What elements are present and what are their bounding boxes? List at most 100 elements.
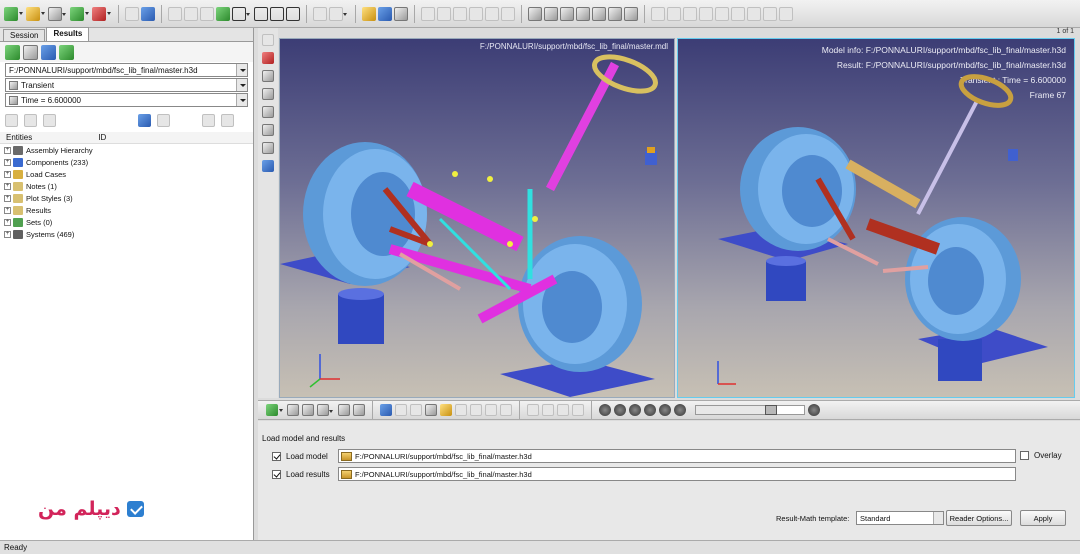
result-view-window[interactable]: Model info: F:/PONNALURI/support/mbd/fsc… (677, 38, 1075, 398)
model-view-window[interactable]: F:/PONNALURI/support/mbd/fsc_lib_final/m… (279, 38, 675, 398)
feature-lines-icon[interactable] (338, 404, 350, 416)
paste-window-icon[interactable] (329, 6, 347, 21)
swap-window-icon[interactable] (270, 6, 284, 21)
zoom-out-icon[interactable] (437, 6, 451, 21)
axis-neg-x-icon[interactable] (731, 6, 745, 21)
vector-icon[interactable] (557, 404, 569, 416)
open-session-icon[interactable] (4, 6, 23, 21)
show-all-icon[interactable] (202, 113, 215, 127)
wireframe-icon[interactable] (317, 404, 333, 416)
window-4-icon[interactable] (262, 124, 274, 136)
axis-x-icon[interactable] (683, 6, 697, 21)
contour-tool-icon[interactable] (266, 404, 283, 416)
contour-icon[interactable] (5, 44, 20, 60)
view-top-icon[interactable] (544, 6, 558, 21)
tensor-icon[interactable] (59, 44, 74, 60)
expand-window-icon[interactable] (254, 6, 268, 21)
tree-item[interactable]: + Assembly Hierarchy (4, 144, 253, 156)
animation-slider-thumb[interactable] (765, 405, 778, 415)
last-frame-icon[interactable] (674, 404, 686, 416)
synchronize-icon[interactable] (286, 6, 300, 21)
view-back-icon[interactable] (592, 6, 606, 21)
view-left-icon[interactable] (608, 6, 622, 21)
tree-item[interactable]: + Results (4, 204, 253, 216)
template-select[interactable]: Standard (856, 511, 944, 525)
measure-tool-icon[interactable] (500, 404, 512, 416)
legend-icon[interactable] (380, 404, 392, 416)
previous-page-icon[interactable] (168, 6, 182, 21)
arrow-icon[interactable] (485, 6, 499, 21)
window-2-icon[interactable] (262, 88, 274, 100)
next-page-icon[interactable] (184, 6, 198, 21)
shaded-icon[interactable] (302, 404, 314, 416)
anchor-icon[interactable] (763, 6, 777, 21)
copy-window-icon[interactable] (313, 6, 327, 21)
chart-icon[interactable] (141, 6, 155, 21)
tree-item[interactable]: + Plot Styles (3) (4, 192, 253, 204)
color-map-icon[interactable] (287, 404, 299, 416)
animate-icon[interactable] (262, 52, 274, 64)
axis-neg-y-icon[interactable] (747, 6, 761, 21)
deformed-icon[interactable] (41, 44, 56, 60)
chevron-down-icon[interactable] (236, 64, 247, 76)
axis-z-icon[interactable] (715, 6, 729, 21)
hide-icon[interactable] (455, 404, 467, 416)
play-icon[interactable] (644, 404, 656, 416)
undo-icon[interactable] (125, 6, 139, 21)
expand-icon[interactable]: + (4, 230, 11, 238)
mesh-icon[interactable] (425, 404, 437, 416)
overlay-checkbox[interactable] (1020, 451, 1029, 460)
expand-icon[interactable]: + (4, 182, 11, 190)
show-one-icon[interactable] (221, 113, 234, 127)
previous-frame-icon[interactable] (629, 404, 641, 416)
page-icon[interactable] (262, 34, 274, 46)
tracing-icon[interactable] (527, 404, 539, 416)
image-capture-icon[interactable] (394, 6, 408, 21)
animation-settings-icon[interactable] (808, 404, 820, 416)
time-combo[interactable]: Time = 6.600000 (5, 93, 248, 107)
tree-item[interactable]: + Systems (469) (4, 228, 253, 240)
tree-item[interactable]: + Notes (1) (4, 180, 253, 192)
pan-icon[interactable] (469, 6, 483, 21)
expand-icon[interactable]: + (4, 194, 11, 202)
tree-item[interactable]: + Components (233) (4, 156, 253, 168)
filter-icon[interactable] (5, 113, 18, 127)
id-column[interactable]: ID (98, 133, 106, 142)
axis-y-icon[interactable] (699, 6, 713, 21)
window-1-icon[interactable] (262, 70, 274, 82)
list-view-icon[interactable] (24, 113, 37, 127)
window-3-icon[interactable] (262, 106, 274, 118)
spin-icon[interactable] (501, 6, 515, 21)
rotate-icon[interactable] (453, 6, 467, 21)
section-cut-icon[interactable] (395, 404, 407, 416)
save-icon[interactable] (378, 6, 392, 21)
zoom-window-icon[interactable] (651, 6, 665, 21)
add-page-icon[interactable] (200, 6, 214, 21)
tab-results[interactable]: Results (46, 27, 90, 41)
zoom-icon[interactable] (421, 6, 435, 21)
insert-page-icon[interactable] (216, 6, 230, 21)
expand-icon[interactable]: + (4, 158, 11, 166)
load-results-checkbox[interactable] (272, 470, 281, 479)
tools-icon[interactable] (779, 6, 793, 21)
measure-icon[interactable] (262, 142, 274, 154)
fit-icon[interactable] (667, 6, 681, 21)
expand-icon[interactable]: + (4, 170, 11, 178)
mask-icon[interactable] (470, 404, 482, 416)
component-filter-icon[interactable] (138, 113, 151, 127)
first-frame-icon[interactable] (614, 404, 626, 416)
expand-icon[interactable]: + (4, 206, 11, 214)
pointer-icon[interactable] (157, 113, 170, 127)
next-frame-icon[interactable] (659, 404, 671, 416)
import-icon[interactable] (26, 6, 45, 21)
animation-mode-icon[interactable] (599, 404, 611, 416)
chevron-down-icon[interactable] (236, 79, 247, 91)
tree-item[interactable]: + Sets (0) (4, 216, 253, 228)
reader-options-button[interactable]: Reader Options... (946, 510, 1012, 526)
load-model-checkbox[interactable] (272, 452, 281, 461)
view-iso-icon[interactable] (528, 6, 542, 21)
expand-icon[interactable]: + (4, 218, 11, 226)
tree-item[interactable]: + Load Cases (4, 168, 253, 180)
result-type-combo[interactable]: Transient (5, 78, 248, 92)
hand-icon[interactable] (440, 404, 452, 416)
